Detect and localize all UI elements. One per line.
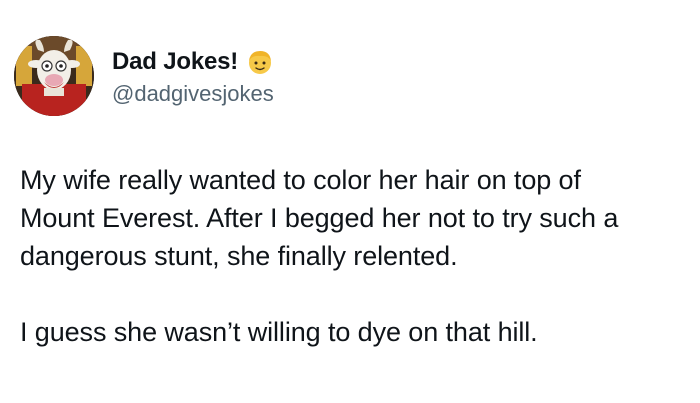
tweet-paragraph-1: My wife really wanted to color her hair … — [20, 165, 619, 271]
tweet-text: My wife really wanted to color her hair … — [20, 161, 690, 351]
man-blond-emoji-icon — [246, 48, 274, 76]
tweet-header: Dad Jokes! @dadgivesjokes — [14, 34, 274, 118]
author-handle[interactable]: @dadgivesjokes — [112, 81, 274, 107]
tweet-paragraph-2: I guess she wasn’t willing to dye on tha… — [20, 317, 538, 347]
goat-avatar-icon[interactable] — [14, 36, 94, 116]
display-name-row: Dad Jokes! — [112, 45, 274, 79]
author-names: Dad Jokes! @dadgivesjokes — [112, 45, 274, 107]
display-name[interactable]: Dad Jokes! — [112, 49, 238, 74]
tweet-card: Dad Jokes! @dadgivesjokes My wife really… — [0, 0, 700, 403]
